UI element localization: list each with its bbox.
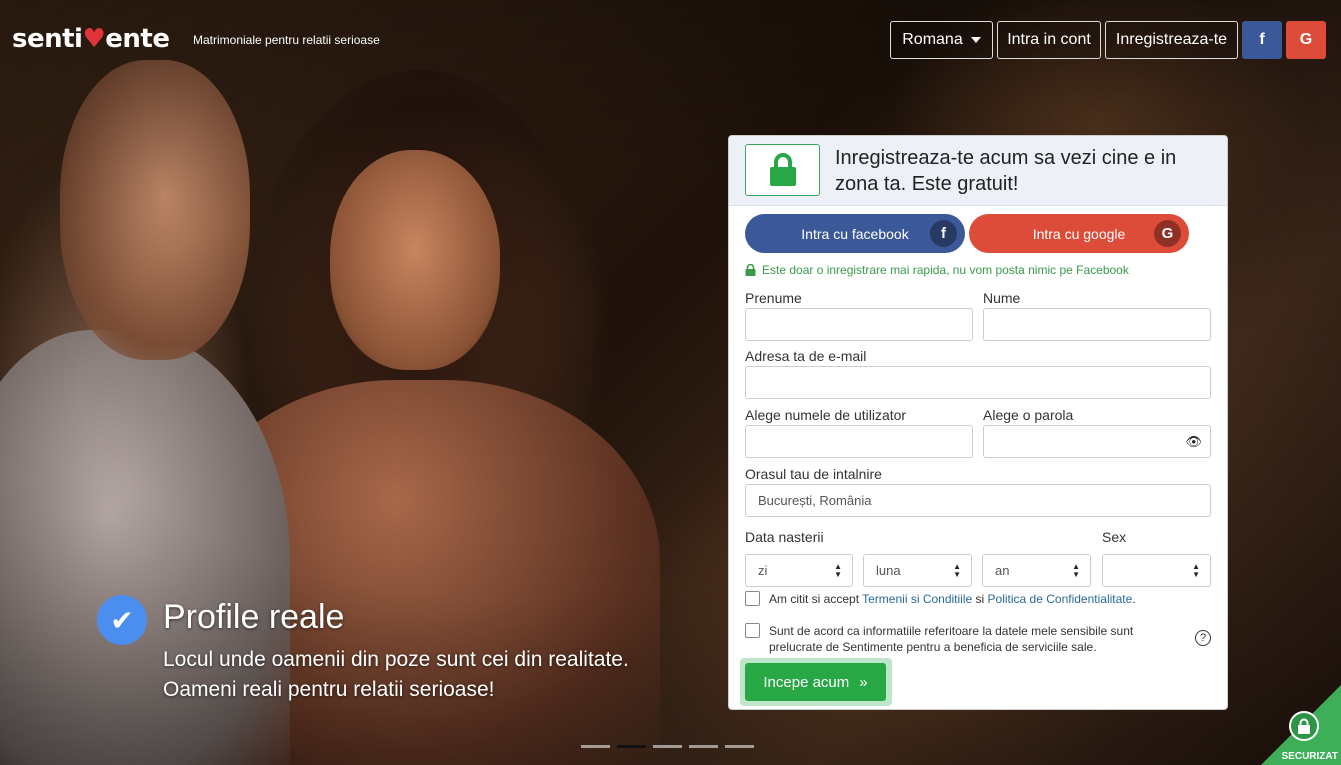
first-name-input[interactable]: [745, 308, 973, 341]
feature-line-2: Oameni reali pentru relatii serioase!: [163, 678, 495, 701]
double-chevron-right-icon: »: [859, 673, 868, 691]
facebook-notice: Este doar o inregistrare mai rapida, nu …: [745, 263, 1129, 277]
site-tagline: Matrimoniale pentru relatii serioase: [193, 33, 380, 47]
terms-text: Am citit si accept Termenii si Conditiil…: [769, 591, 1209, 607]
register-button[interactable]: Inregistreaza-te: [1105, 21, 1238, 59]
select-arrows-icon: ▲ ▼: [953, 562, 961, 579]
top-header: senti♥ente Matrimoniale pentru relatii s…: [0, 0, 1341, 80]
year-select-value: an: [995, 563, 1010, 578]
select-arrows-icon: ▲ ▼: [834, 562, 842, 579]
start-now-label: Incepe acum: [763, 673, 850, 691]
username-input[interactable]: [745, 425, 973, 458]
consent-text: Sunt de acord ca informatiile referitoar…: [769, 624, 1134, 654]
facebook-signup-label: Intra cu facebook: [801, 225, 909, 242]
start-button-focus-ring: Incepe acum »: [740, 658, 892, 706]
google-signup-button[interactable]: Intra cu google G: [969, 214, 1189, 253]
facebook-icon: f: [930, 220, 957, 247]
facebook-login-icon[interactable]: f: [1242, 21, 1282, 59]
password-label: Alege o parola: [983, 407, 1074, 423]
caret-down-icon: [970, 37, 981, 43]
birthdate-label: Data nasterii: [745, 529, 824, 545]
select-arrows-icon: ▲ ▼: [1072, 562, 1080, 579]
last-name-input[interactable]: [983, 308, 1211, 341]
email-label: Adresa ta de e-mail: [745, 348, 867, 364]
terms-checkbox[interactable]: [745, 591, 760, 606]
carousel-indicators: [581, 745, 754, 748]
google-signup-label: Intra cu google: [1032, 225, 1126, 242]
lock-icon: [745, 144, 820, 196]
sex-label: Sex: [1102, 529, 1127, 545]
privacy-link[interactable]: Politica de Confidentialitate: [988, 592, 1133, 606]
city-label: Orasul tau de intalnire: [745, 466, 882, 482]
start-now-button[interactable]: Incepe acum »: [745, 663, 886, 701]
select-arrows-icon: ▲ ▼: [1192, 562, 1200, 579]
city-input[interactable]: București, România: [745, 484, 1211, 517]
secured-badge: SECURIZAT: [1261, 685, 1341, 765]
month-select-value: luna: [876, 563, 901, 578]
last-name-label: Nume: [983, 290, 1021, 306]
email-input[interactable]: [745, 366, 1211, 399]
year-select[interactable]: an ▲ ▼: [982, 554, 1091, 587]
secured-label: SECURIZAT: [1281, 751, 1338, 762]
first-name-label: Prenume: [745, 290, 802, 306]
consent-checkbox[interactable]: [745, 623, 760, 638]
username-label: Alege numele de utilizator: [745, 407, 907, 423]
panel-header: Inregistreaza-te acum sa vezi cine e in …: [729, 136, 1227, 206]
site-logo[interactable]: senti♥ente: [12, 24, 170, 54]
carousel-dot[interactable]: [725, 745, 754, 748]
day-select-value: zi: [758, 563, 768, 578]
month-select[interactable]: luna ▲ ▼: [863, 554, 972, 587]
carousel-dot[interactable]: [581, 745, 610, 748]
google-login-icon[interactable]: G: [1286, 21, 1326, 59]
city-value: București, România: [758, 493, 872, 508]
language-label: Romana: [902, 31, 963, 48]
secured-lock-icon: [1289, 711, 1319, 741]
login-button[interactable]: Intra in cont: [997, 21, 1101, 59]
google-icon: G: [1154, 220, 1181, 247]
feature-title: Profile reale: [163, 598, 345, 636]
feature-line-1: Locul unde oamenii din poze sunt cei din…: [163, 648, 629, 671]
logo-text-left: senti: [12, 24, 83, 54]
password-input[interactable]: 👁: [983, 425, 1211, 458]
sex-select[interactable]: ▲ ▼: [1102, 554, 1211, 587]
terms-link[interactable]: Termenii si Conditiile: [862, 592, 972, 606]
registration-panel: Inregistreaza-te acum sa vezi cine e in …: [728, 135, 1228, 710]
carousel-dot[interactable]: [689, 745, 718, 748]
heart-icon: ♥: [82, 24, 106, 54]
eye-icon[interactable]: 👁: [1185, 434, 1202, 450]
terms-mid: si: [972, 592, 988, 606]
terms-suffix: .: [1132, 592, 1136, 606]
check-icon: ✔: [97, 595, 147, 645]
language-dropdown[interactable]: Romana: [890, 21, 993, 59]
carousel-dot-active[interactable]: [617, 745, 646, 748]
notice-text: Este doar o inregistrare mai rapida, nu …: [762, 263, 1129, 277]
facebook-signup-button[interactable]: Intra cu facebook f: [745, 214, 965, 253]
help-icon[interactable]: ?: [1195, 630, 1211, 646]
terms-prefix: Am citit si accept: [769, 592, 863, 606]
carousel-dot[interactable]: [653, 745, 682, 748]
panel-title: Inregistreaza-te acum sa vezi cine e in …: [835, 147, 1177, 195]
day-select[interactable]: zi ▲ ▼: [745, 554, 853, 587]
small-lock-icon: [745, 264, 756, 276]
logo-text-right: ente: [105, 24, 170, 54]
